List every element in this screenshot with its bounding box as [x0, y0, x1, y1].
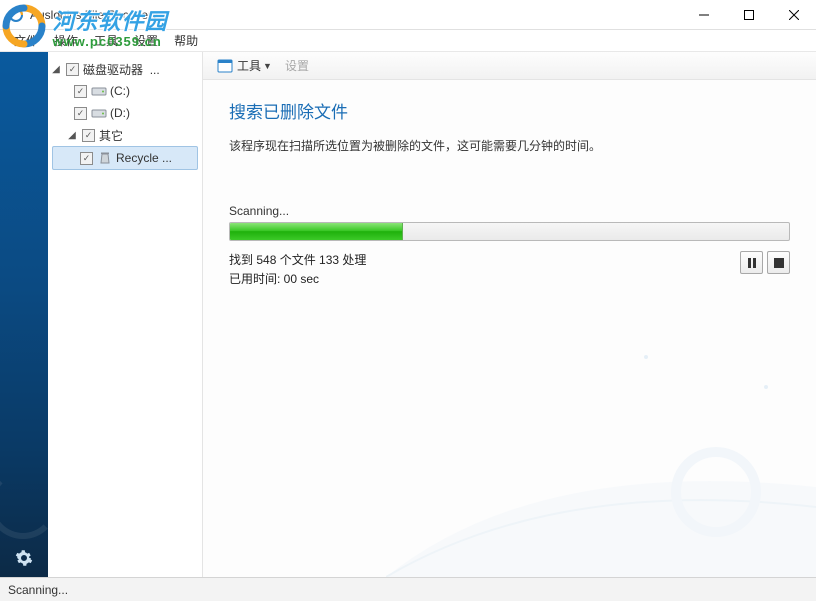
window-title: Auslogics File Recovery	[30, 8, 681, 22]
content-toolbar: 工具 ▼ 设置	[203, 52, 816, 80]
expander-icon[interactable]: ◢	[50, 64, 62, 75]
menu-settings[interactable]: 设置	[126, 30, 166, 51]
menu-action[interactable]: 操作	[46, 30, 86, 51]
scan-progress-bar	[229, 222, 790, 241]
pause-button[interactable]	[740, 251, 763, 274]
found-files-text: 找到 548 个文件 133 处理	[229, 251, 740, 270]
recycle-icon	[97, 151, 113, 165]
window-close-button[interactable]	[771, 0, 816, 29]
toolbar-settings-button[interactable]: 设置	[279, 55, 315, 76]
drive-icon	[91, 84, 107, 98]
stop-button[interactable]	[767, 251, 790, 274]
window-minimize-button[interactable]	[681, 0, 726, 29]
menu-file[interactable]: 文件	[6, 30, 46, 51]
expander-icon[interactable]: ◢	[66, 130, 78, 141]
window-maximize-button[interactable]	[726, 0, 771, 29]
menubar: 文件 操作 工具 设置 帮助	[0, 30, 816, 52]
settings-gear-icon[interactable]	[15, 549, 33, 567]
dropdown-icon: ▼	[263, 61, 273, 71]
status-bar: Scanning...	[0, 577, 816, 601]
tree-node-drive-c[interactable]: ✓ (C:)	[48, 80, 202, 102]
toolbar-tools-button[interactable]: 工具 ▼	[211, 55, 279, 76]
elapsed-time-text: 已用时间: 00 sec	[229, 270, 740, 289]
drive-tree: ◢ ✓ 磁盘驱动器 ... ✓ (C:) ✓ (D:) ◢ ✓ 其它 ✓ Rec…	[48, 52, 203, 577]
menu-tools[interactable]: 工具	[86, 30, 126, 51]
checkbox[interactable]: ✓	[74, 85, 87, 98]
tree-node-drive-d[interactable]: ✓ (D:)	[48, 102, 202, 124]
window-titlebar: Auslogics File Recovery	[0, 0, 816, 30]
tree-node-other[interactable]: ◢ ✓ 其它	[48, 124, 202, 146]
checkbox[interactable]: ✓	[80, 152, 93, 165]
checkbox[interactable]: ✓	[74, 107, 87, 120]
status-text: Scanning...	[8, 583, 68, 597]
checkbox[interactable]: ✓	[82, 129, 95, 142]
scan-description: 该程序现在扫描所选位置为被删除的文件，这可能需要几分钟的时间。	[229, 137, 790, 154]
menu-help[interactable]: 帮助	[166, 30, 206, 51]
tree-node-recycle[interactable]: ✓ Recycle ...	[54, 147, 197, 169]
drive-icon	[91, 106, 107, 120]
scan-progress-fill	[230, 223, 403, 240]
window-icon	[217, 58, 233, 74]
app-icon	[8, 7, 24, 23]
content-area: 工具 ▼ 设置 搜索已删除文件 该程序现在扫描所选位置为被删除的文件，这可能需要…	[203, 52, 816, 577]
scan-heading: 搜索已删除文件	[229, 98, 790, 123]
scanning-label: Scanning...	[229, 204, 790, 218]
checkbox[interactable]: ✓	[66, 63, 79, 76]
side-panel	[0, 52, 48, 577]
tree-node-disk-drives[interactable]: ◢ ✓ 磁盘驱动器 ...	[48, 58, 202, 80]
